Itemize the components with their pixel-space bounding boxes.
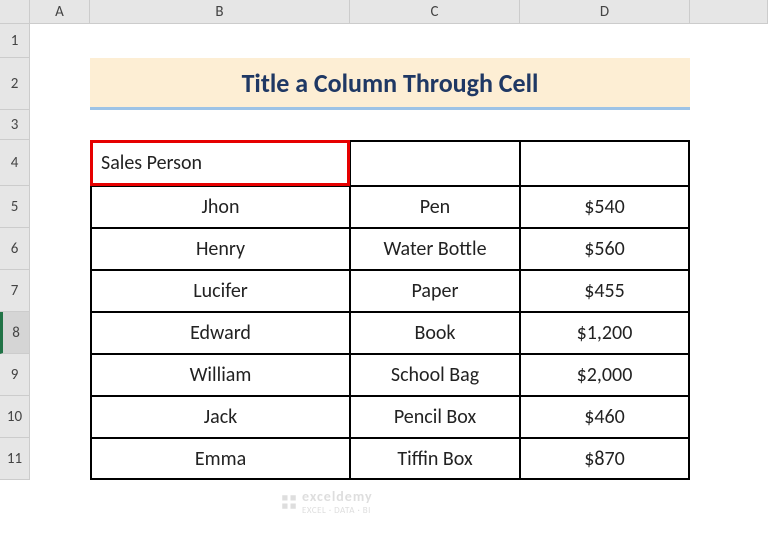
cell-e5[interactable] xyxy=(690,186,768,228)
cell-e11[interactable] xyxy=(690,438,768,480)
cell-c1[interactable] xyxy=(350,24,520,58)
cell-a10[interactable] xyxy=(30,396,90,438)
watermark-tag: EXCEL · DATA · BI xyxy=(302,505,373,516)
row-header-7[interactable]: 7 xyxy=(0,270,30,312)
col-header-d[interactable]: D xyxy=(520,0,690,24)
cell-c10[interactable]: Pencil Box xyxy=(350,396,520,438)
row-header-11[interactable]: 11 xyxy=(0,438,30,480)
cell-b1[interactable] xyxy=(90,24,350,58)
watermark-brand: exceldemy xyxy=(302,488,373,505)
cell-d4[interactable] xyxy=(520,140,690,186)
col-header-c[interactable]: C xyxy=(350,0,520,24)
select-all-corner[interactable] xyxy=(0,0,30,24)
cell-c8[interactable]: Book xyxy=(350,312,520,354)
cell-e6[interactable] xyxy=(690,228,768,270)
row-header-3[interactable]: 3 xyxy=(0,110,30,140)
cell-d5[interactable]: $540 xyxy=(520,186,690,228)
row-header-4[interactable]: 4 xyxy=(0,140,30,186)
cell-a11[interactable] xyxy=(30,438,90,480)
col-header-b[interactable]: B xyxy=(90,0,350,24)
cell-b6[interactable]: Henry xyxy=(90,228,350,270)
highlighted-cell-b4[interactable]: Sales Person xyxy=(90,140,350,186)
cell-b3[interactable] xyxy=(90,110,350,140)
cell-c6[interactable]: Water Bottle xyxy=(350,228,520,270)
spreadsheet-grid[interactable]: A B C D 1 2 Title a Column Through Cell … xyxy=(0,0,768,480)
cell-c4[interactable] xyxy=(350,140,520,186)
cell-d3[interactable] xyxy=(520,110,690,140)
row-header-6[interactable]: 6 xyxy=(0,228,30,270)
cell-d10[interactable]: $460 xyxy=(520,396,690,438)
cell-a3[interactable] xyxy=(30,110,90,140)
col-header-a[interactable]: A xyxy=(30,0,90,24)
cell-b5[interactable]: Jhon xyxy=(90,186,350,228)
row-header-5[interactable]: 5 xyxy=(0,186,30,228)
page-title[interactable]: Title a Column Through Cell xyxy=(90,58,690,110)
row-header-2[interactable]: 2 xyxy=(0,58,30,110)
cell-c5[interactable]: Pen xyxy=(350,186,520,228)
cell-c11[interactable]: Tiffin Box xyxy=(350,438,520,480)
cell-e1[interactable] xyxy=(690,24,768,58)
cell-a4[interactable] xyxy=(30,140,90,186)
cell-e7[interactable] xyxy=(690,270,768,312)
row-header-1[interactable]: 1 xyxy=(0,24,30,58)
cell-a6[interactable] xyxy=(30,228,90,270)
cell-d8[interactable]: $1,200 xyxy=(520,312,690,354)
row-header-10[interactable]: 10 xyxy=(0,396,30,438)
cell-d1[interactable] xyxy=(520,24,690,58)
header-label: Sales Person xyxy=(101,151,202,175)
watermark-icon xyxy=(280,493,298,511)
cell-a5[interactable] xyxy=(30,186,90,228)
cell-a2[interactable] xyxy=(30,58,90,110)
cell-b10[interactable]: Jack xyxy=(90,396,350,438)
cell-d9[interactable]: $2,000 xyxy=(520,354,690,396)
cell-c9[interactable]: School Bag xyxy=(350,354,520,396)
cell-b9[interactable]: William xyxy=(90,354,350,396)
cell-e2[interactable] xyxy=(690,58,768,110)
cell-c7[interactable]: Paper xyxy=(350,270,520,312)
row-header-8[interactable]: 8 xyxy=(0,312,30,354)
watermark: exceldemy EXCEL · DATA · BI xyxy=(280,488,373,516)
cell-c3[interactable] xyxy=(350,110,520,140)
cell-e3[interactable] xyxy=(690,110,768,140)
cell-e8[interactable] xyxy=(690,312,768,354)
cell-a7[interactable] xyxy=(30,270,90,312)
cell-b8[interactable]: Edward xyxy=(90,312,350,354)
cell-b11[interactable]: Emma xyxy=(90,438,350,480)
cell-d6[interactable]: $560 xyxy=(520,228,690,270)
row-header-9[interactable]: 9 xyxy=(0,354,30,396)
cell-e4[interactable] xyxy=(690,140,768,186)
col-header-blank[interactable] xyxy=(690,0,768,24)
cell-a1[interactable] xyxy=(30,24,90,58)
cell-d7[interactable]: $455 xyxy=(520,270,690,312)
cell-a8[interactable] xyxy=(30,312,90,354)
cell-e10[interactable] xyxy=(690,396,768,438)
cell-d11[interactable]: $870 xyxy=(520,438,690,480)
cell-b7[interactable]: Lucifer xyxy=(90,270,350,312)
cell-e9[interactable] xyxy=(690,354,768,396)
cell-a9[interactable] xyxy=(30,354,90,396)
